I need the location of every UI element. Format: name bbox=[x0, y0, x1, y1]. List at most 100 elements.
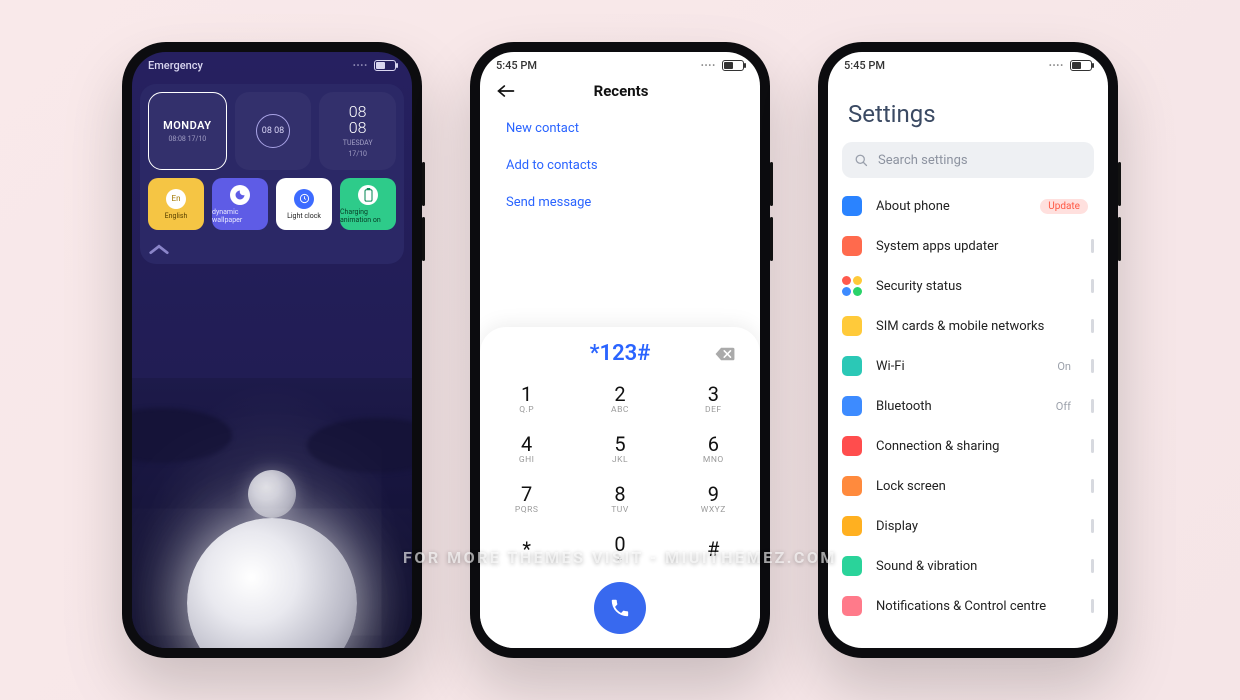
chip-light-clock[interactable]: Light clock bbox=[276, 178, 332, 230]
dialer-option[interactable]: Add to contacts bbox=[506, 147, 734, 184]
chevron-right-icon bbox=[1091, 599, 1094, 613]
settings-row[interactable]: Wi-FiOn bbox=[842, 346, 1094, 386]
settings-row[interactable]: System apps updater bbox=[842, 226, 1094, 266]
keypad-key-9[interactable]: 9WXYZ bbox=[667, 474, 760, 524]
moon-icon bbox=[187, 518, 357, 648]
chevron-right-icon bbox=[1091, 559, 1094, 573]
settings-row-value: On bbox=[1057, 360, 1071, 373]
status-right: •••• bbox=[353, 60, 396, 71]
settings-row-icon bbox=[842, 196, 862, 216]
status-time: 5:45 PM bbox=[496, 59, 537, 72]
keypad-key-4[interactable]: 4GHI bbox=[480, 424, 573, 474]
keypad-key-8[interactable]: 8TUV bbox=[573, 474, 666, 524]
phone-row: Emergency •••• MONDAY 08:08 17/10 08 08 bbox=[0, 0, 1240, 658]
settings-row[interactable]: SIM cards & mobile networks bbox=[842, 306, 1094, 346]
chevron-right-icon bbox=[1091, 479, 1094, 493]
battery-icon bbox=[358, 185, 378, 205]
chevron-right-icon bbox=[1091, 399, 1094, 413]
chevron-right-icon bbox=[1091, 279, 1094, 293]
clock-card-monday[interactable]: MONDAY 08:08 17/10 bbox=[148, 92, 227, 170]
search-icon bbox=[854, 153, 869, 168]
settings-row[interactable]: Security status bbox=[842, 266, 1094, 306]
status-bar: 5:45 PM •••• bbox=[828, 52, 1108, 78]
settings-row-icon bbox=[842, 556, 862, 576]
keypad-key-2[interactable]: 2ABC bbox=[573, 374, 666, 424]
settings-row-icon bbox=[842, 436, 862, 456]
phone-lockscreen: Emergency •••• MONDAY 08:08 17/10 08 08 bbox=[122, 42, 422, 658]
settings-row[interactable]: Notifications & Control centre bbox=[842, 586, 1094, 626]
settings-list: About phone Update System apps updater Sec… bbox=[828, 178, 1108, 626]
phone-dialer: 5:45 PM •••• Recents New contactAdd to c… bbox=[470, 42, 770, 658]
keypad: 1Q.P2ABC3DEF 4GHI5JKL6MNO 7PQRS8TUV9WXYZ *0… bbox=[480, 374, 760, 574]
settings-row-icon bbox=[842, 236, 862, 256]
settings-row-label: Connection & sharing bbox=[876, 439, 1077, 454]
chip-charging-animation[interactable]: Charging animation on bbox=[340, 178, 396, 230]
clock-style-panel: MONDAY 08:08 17/10 08 08 08 08 TUESDAY 1… bbox=[140, 84, 404, 264]
chevron-right-icon bbox=[1091, 239, 1094, 253]
settings-row-label: Display bbox=[876, 519, 1077, 534]
settings-row-label: Security status bbox=[876, 279, 1077, 294]
clock-ring-icon: 08 08 bbox=[256, 114, 290, 148]
lock-wallpaper bbox=[132, 378, 412, 648]
moon-icon bbox=[230, 185, 250, 205]
settings-row-icon bbox=[842, 396, 862, 416]
settings-row-label: About phone bbox=[876, 199, 1026, 214]
settings-row-label: SIM cards & mobile networks bbox=[876, 319, 1077, 334]
clock-icon bbox=[294, 189, 314, 209]
settings-row-icon bbox=[842, 316, 862, 336]
settings-row-icon bbox=[842, 476, 862, 496]
keypad-key-1[interactable]: 1Q.P bbox=[480, 374, 573, 424]
settings-row[interactable]: Lock screen bbox=[842, 466, 1094, 506]
dialer-option[interactable]: New contact bbox=[506, 110, 734, 147]
battery-icon bbox=[722, 60, 744, 71]
chevron-up-icon[interactable] bbox=[148, 242, 396, 256]
chevron-right-icon bbox=[1091, 439, 1094, 453]
page-title: Settings bbox=[828, 78, 1108, 142]
settings-row[interactable]: Bluetooth Off bbox=[842, 386, 1094, 426]
settings-row[interactable]: About phone Update bbox=[842, 186, 1094, 226]
keypad-key-3[interactable]: 3DEF bbox=[667, 374, 760, 424]
search-placeholder: Search settings bbox=[878, 153, 968, 168]
clock-card-stacked[interactable]: 08 08 TUESDAY 17/10 bbox=[319, 92, 396, 170]
settings-row-icon bbox=[842, 596, 862, 616]
dial-panel: *123# 1Q.P2ABC3DEF4GHI5JKL6MNO7PQRS8TUV9… bbox=[480, 327, 760, 648]
keypad-key-7[interactable]: 7PQRS bbox=[480, 474, 573, 524]
update-badge: Update bbox=[1040, 199, 1088, 214]
settings-row-label: Bluetooth bbox=[876, 399, 1042, 414]
chevron-right-icon bbox=[1091, 519, 1094, 533]
settings-row[interactable]: Connection & sharing bbox=[842, 426, 1094, 466]
keypad-key-*[interactable]: * bbox=[480, 524, 573, 574]
chevron-right-icon bbox=[1091, 319, 1094, 333]
battery-icon bbox=[1070, 60, 1092, 71]
moon-small-icon bbox=[248, 470, 296, 518]
clock-card-ring[interactable]: 08 08 bbox=[235, 92, 312, 170]
dialer-option[interactable]: Send message bbox=[506, 184, 734, 221]
battery-icon bbox=[374, 60, 396, 71]
settings-row-label: Sound & vibration bbox=[876, 559, 1077, 574]
keypad-key-0[interactable]: 0+ bbox=[573, 524, 666, 574]
settings-row-label: Lock screen bbox=[876, 479, 1077, 494]
settings-row-icon bbox=[842, 356, 862, 376]
call-button[interactable] bbox=[594, 582, 646, 634]
page-title: Recents bbox=[498, 82, 744, 100]
status-bar: Emergency •••• bbox=[132, 52, 412, 78]
backspace-icon[interactable] bbox=[714, 346, 736, 362]
option-chips: En English dynamic wallpaper Light clo bbox=[148, 178, 396, 230]
settings-row-value: Off bbox=[1056, 400, 1071, 413]
search-input[interactable]: Search settings bbox=[842, 142, 1094, 178]
keypad-key-#[interactable]: # bbox=[667, 524, 760, 574]
settings-row[interactable]: Sound & vibration bbox=[842, 546, 1094, 586]
phone-settings: 5:45 PM •••• Settings Search settings Ab… bbox=[818, 42, 1118, 658]
settings-row-icon bbox=[842, 516, 862, 536]
chip-dynamic-wallpaper[interactable]: dynamic wallpaper bbox=[212, 178, 268, 230]
status-emergency: Emergency bbox=[148, 59, 203, 72]
settings-row-label: System apps updater bbox=[876, 239, 1077, 254]
settings-row-icon bbox=[842, 276, 862, 296]
settings-row[interactable]: Display bbox=[842, 506, 1094, 546]
settings-row-label: Notifications & Control centre bbox=[876, 599, 1077, 614]
keypad-key-5[interactable]: 5JKL bbox=[573, 424, 666, 474]
chevron-right-icon bbox=[1091, 359, 1094, 373]
status-bar: 5:45 PM •••• bbox=[480, 52, 760, 78]
keypad-key-6[interactable]: 6MNO bbox=[667, 424, 760, 474]
chip-english[interactable]: En English bbox=[148, 178, 204, 230]
